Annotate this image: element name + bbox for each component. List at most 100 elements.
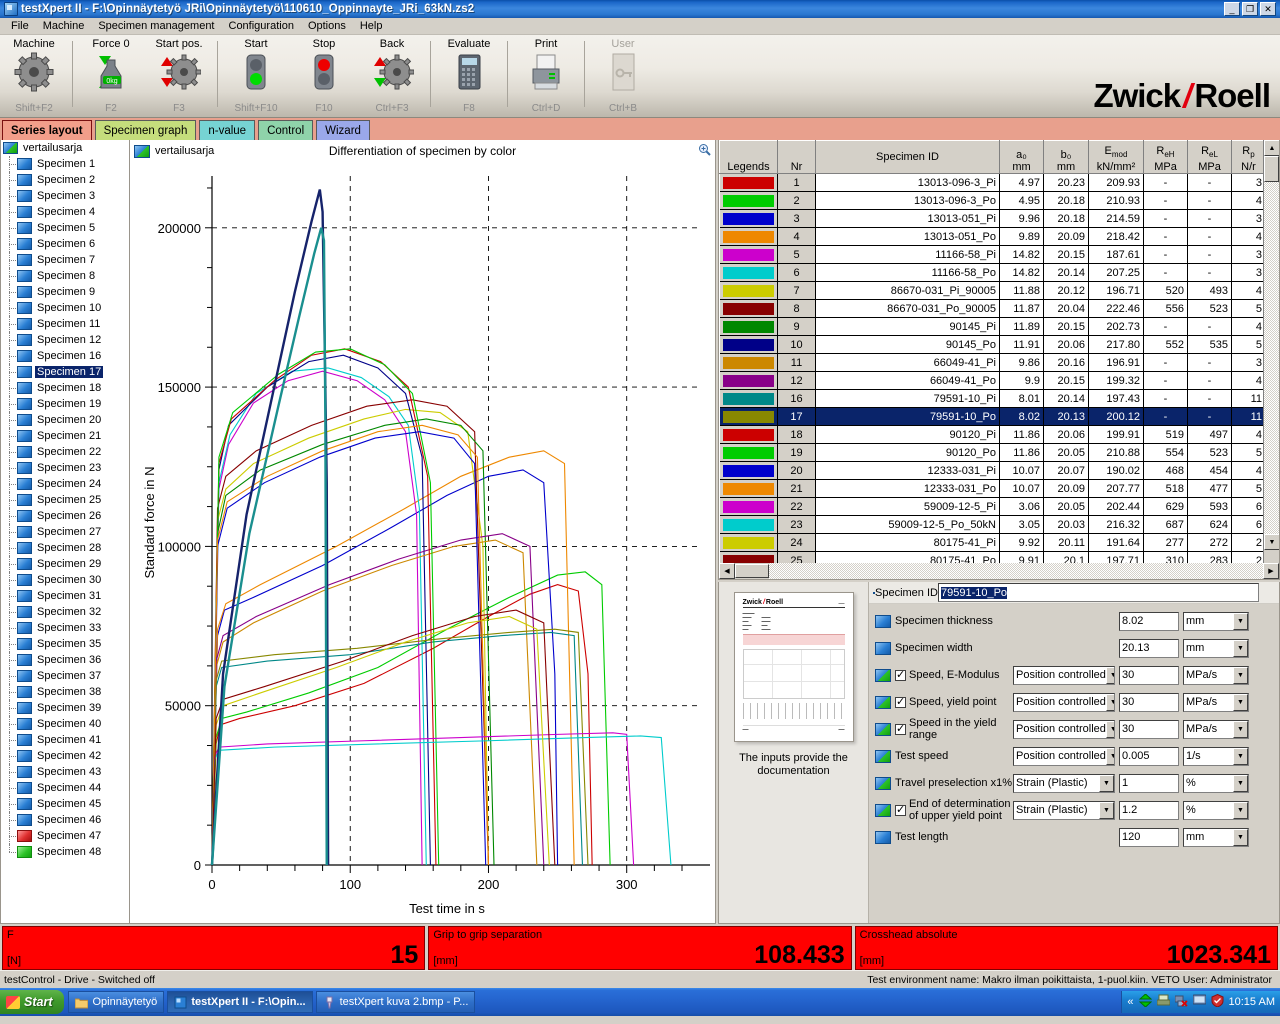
legend-color-swatch[interactable] [719, 353, 778, 372]
scanner-icon[interactable] [1156, 994, 1171, 1010]
chevron-down-icon[interactable]: ▼ [1233, 720, 1248, 738]
legend-color-swatch[interactable] [719, 551, 778, 563]
taskbar-button-testxpert[interactable]: testXpert II - F:\Opin... [167, 991, 313, 1013]
tree-item-specimen-26[interactable]: Specimen 26 [1, 508, 129, 524]
chevron-down-icon[interactable]: ▼ [1099, 774, 1114, 792]
menu-item-machine[interactable]: Machine [36, 19, 92, 33]
close-icon[interactable]: ✕ [1260, 2, 1276, 16]
chevron-down-icon[interactable]: ▼ [1233, 801, 1248, 819]
hscroll-track[interactable] [769, 563, 1263, 579]
parameter-mode-select[interactable]: Strain (Plastic) ▼ [1013, 773, 1115, 793]
chevron-down-icon[interactable]: ▼ [1233, 666, 1248, 684]
tree-item-specimen-43[interactable]: Specimen 43 [1, 764, 129, 780]
table-row[interactable]: 25 80175-41_Po 9.91 20.1 197.71 310 283 2 [719, 551, 1263, 563]
toolbar-button-stop[interactable]: Stop F10 [290, 35, 358, 117]
graph-panel[interactable]: vertailusarja Differentiation of specime… [130, 140, 716, 924]
hscroll-thumb[interactable] [735, 564, 769, 578]
tree-item-specimen-47[interactable]: Specimen 47 [1, 828, 129, 844]
toolbar-button-machine[interactable]: Machine Shift+F2 [0, 35, 68, 117]
parameter-checkbox[interactable] [895, 668, 906, 681]
tab-control[interactable]: Control [258, 120, 314, 140]
parameter-mode-select[interactable]: Position controlled▼ [1013, 746, 1115, 766]
col-rel[interactable]: ReL MPa [1187, 140, 1232, 174]
tree-item-specimen-36[interactable]: Specimen 36 [1, 652, 129, 668]
legend-color-swatch[interactable] [719, 371, 778, 390]
tree-item-specimen-8[interactable]: Specimen 8 [1, 268, 129, 284]
tree-item-specimen-45[interactable]: Specimen 45 [1, 796, 129, 812]
legend-color-swatch[interactable] [719, 443, 778, 462]
tree-item-specimen-2[interactable]: Specimen 2 [1, 172, 129, 188]
tree-item-specimen-18[interactable]: Specimen 18 [1, 380, 129, 396]
chevron-down-icon[interactable]: ▼ [1233, 774, 1248, 792]
minimize-icon[interactable]: _ [1224, 2, 1240, 16]
chevron-down-icon[interactable]: ▼ [1233, 828, 1248, 846]
tree-item-specimen-20[interactable]: Specimen 20 [1, 412, 129, 428]
tree-item-specimen-9[interactable]: Specimen 9 [1, 284, 129, 300]
table-row[interactable]: 19 90120_Po 11.86 20.05 210.88 554 523 5 [719, 443, 1263, 462]
legend-color-swatch[interactable] [719, 281, 778, 300]
tab-series-layout[interactable]: Series layout [2, 120, 92, 140]
taskbar-button-explorer[interactable]: Opinnäytetyö [68, 991, 165, 1013]
col-reh[interactable]: ReH MPa [1143, 140, 1188, 174]
table-row[interactable]: 23 59009-12-5_Po_50kN 3.05 20.03 216.32 687 62… [719, 515, 1263, 534]
chevron-down-icon[interactable]: ▼ [1233, 693, 1248, 711]
tree-item-specimen-12[interactable]: Specimen 12 [1, 332, 129, 348]
tree-item-specimen-1[interactable]: Specimen 1 [1, 156, 129, 172]
tree-item-specimen-4[interactable]: Specimen 4 [1, 204, 129, 220]
chevron-down-icon[interactable]: ▼ [1105, 693, 1114, 711]
menu-item-options[interactable]: Options [301, 19, 353, 33]
table-row[interactable]: 24 80175-41_Pi 9.92 20.11 191.64 277 272 2 [719, 533, 1263, 552]
parameter-value-input[interactable]: 1 [1119, 773, 1179, 793]
tree-item-specimen-23[interactable]: Specimen 23 [1, 460, 129, 476]
parameter-value-input[interactable]: 20.13 [1119, 638, 1179, 658]
tree-item-specimen-46[interactable]: Specimen 46 [1, 812, 129, 828]
parameter-value-input[interactable]: 30 [1119, 665, 1179, 685]
legend-color-swatch[interactable] [719, 209, 778, 228]
parameter-unit-select[interactable]: % ▼ [1183, 773, 1249, 793]
table-row[interactable]: 12 66049-41_Po 9.9 20.15 199.32- -4 [719, 371, 1263, 390]
tree-item-specimen-24[interactable]: Specimen 24 [1, 476, 129, 492]
chevron-down-icon[interactable]: ▼ [1105, 666, 1114, 684]
table-row[interactable]: 22 59009-12-5_Pi 3.06 20.05 202.44 629 593 6 [719, 497, 1263, 516]
legend-color-swatch[interactable] [719, 479, 778, 498]
tray-chevron-icon[interactable]: « [1127, 996, 1133, 1008]
legend-color-swatch[interactable] [719, 191, 778, 210]
tree-item-specimen-6[interactable]: Specimen 6 [1, 236, 129, 252]
tree-item-specimen-48[interactable]: Specimen 48 [1, 844, 129, 860]
legend-color-swatch[interactable] [719, 461, 778, 480]
tab-n-value[interactable]: n-value [199, 120, 256, 140]
legend-color-swatch[interactable] [719, 497, 778, 516]
tab-wizard[interactable]: Wizard [316, 120, 370, 140]
chevron-down-icon[interactable]: ▼ [1233, 639, 1248, 657]
chevron-down-icon[interactable]: ▼ [1105, 747, 1114, 765]
col-rp[interactable]: Rp N/r [1231, 140, 1263, 174]
tree-item-specimen-10[interactable]: Specimen 10 [1, 300, 129, 316]
tree-item-specimen-11[interactable]: Specimen 11 [1, 316, 129, 332]
scroll-down-icon[interactable]: ▼ [1264, 534, 1279, 550]
tree-item-specimen-30[interactable]: Specimen 30 [1, 572, 129, 588]
table-row[interactable]: 6 11166-58_Po 14.82 20.14 207.25- -3 [719, 263, 1263, 282]
tree-item-specimen-41[interactable]: Specimen 41 [1, 732, 129, 748]
toolbar-button-start[interactable]: Start Shift+F10 [222, 35, 290, 117]
parameter-mode-select[interactable]: Position controlled▼ [1013, 719, 1115, 739]
scroll-thumb[interactable] [1264, 156, 1279, 182]
table-row[interactable]: 10 90145_Po 11.91 20.06 217.80 552 535 5 [719, 335, 1263, 354]
table-row[interactable]: 21 12333-031_Po 10.07 20.09 207.77 518 477 5 [719, 479, 1263, 498]
document-preview[interactable]: Zwick / Roell ▬▬ ▬▬▬▬ ▬▬▬ ▬▬ ▬▬▬ ▬▬ ▬▬▬ ▬▬▬ ▬▬… [719, 582, 869, 923]
table-row[interactable]: 5 11166-58_Pi 14.82 20.15 187.61- -3 [719, 245, 1263, 264]
tree-item-specimen-5[interactable]: Specimen 5 [1, 220, 129, 236]
parameter-unit-select[interactable]: MPa/s ▼ [1183, 665, 1249, 685]
table-vertical-scrollbar[interactable]: ▲ ▼ [1263, 140, 1279, 563]
parameter-unit-select[interactable]: MPa/s ▼ [1183, 692, 1249, 712]
col-a0[interactable]: a₀ mm [999, 140, 1044, 174]
table-row[interactable]: 8 86670-031_Po_90005 11.87 20.04 222.46 556 52… [719, 299, 1263, 318]
parameter-checkbox[interactable] [895, 695, 906, 708]
table-row[interactable]: 7 86670-031_Pi_90005 11.88 20.12 196.71 520 49… [719, 281, 1263, 300]
table-row[interactable]: 3 13013-051_Pi 9.96 20.18 214.59- -3 [719, 209, 1263, 228]
tree-item-specimen-21[interactable]: Specimen 21 [1, 428, 129, 444]
restore-icon[interactable]: ❐ [1242, 2, 1258, 16]
taskbar-button-paint[interactable]: testXpert kuva 2.bmp - P... [315, 991, 476, 1013]
parameter-value-input[interactable]: 30 [1119, 692, 1179, 712]
col-emod[interactable]: Emod kN/mm² [1088, 140, 1144, 174]
table-row[interactable]: 18 90120_Pi 11.86 20.06 199.91 519 497 4 [719, 425, 1263, 444]
